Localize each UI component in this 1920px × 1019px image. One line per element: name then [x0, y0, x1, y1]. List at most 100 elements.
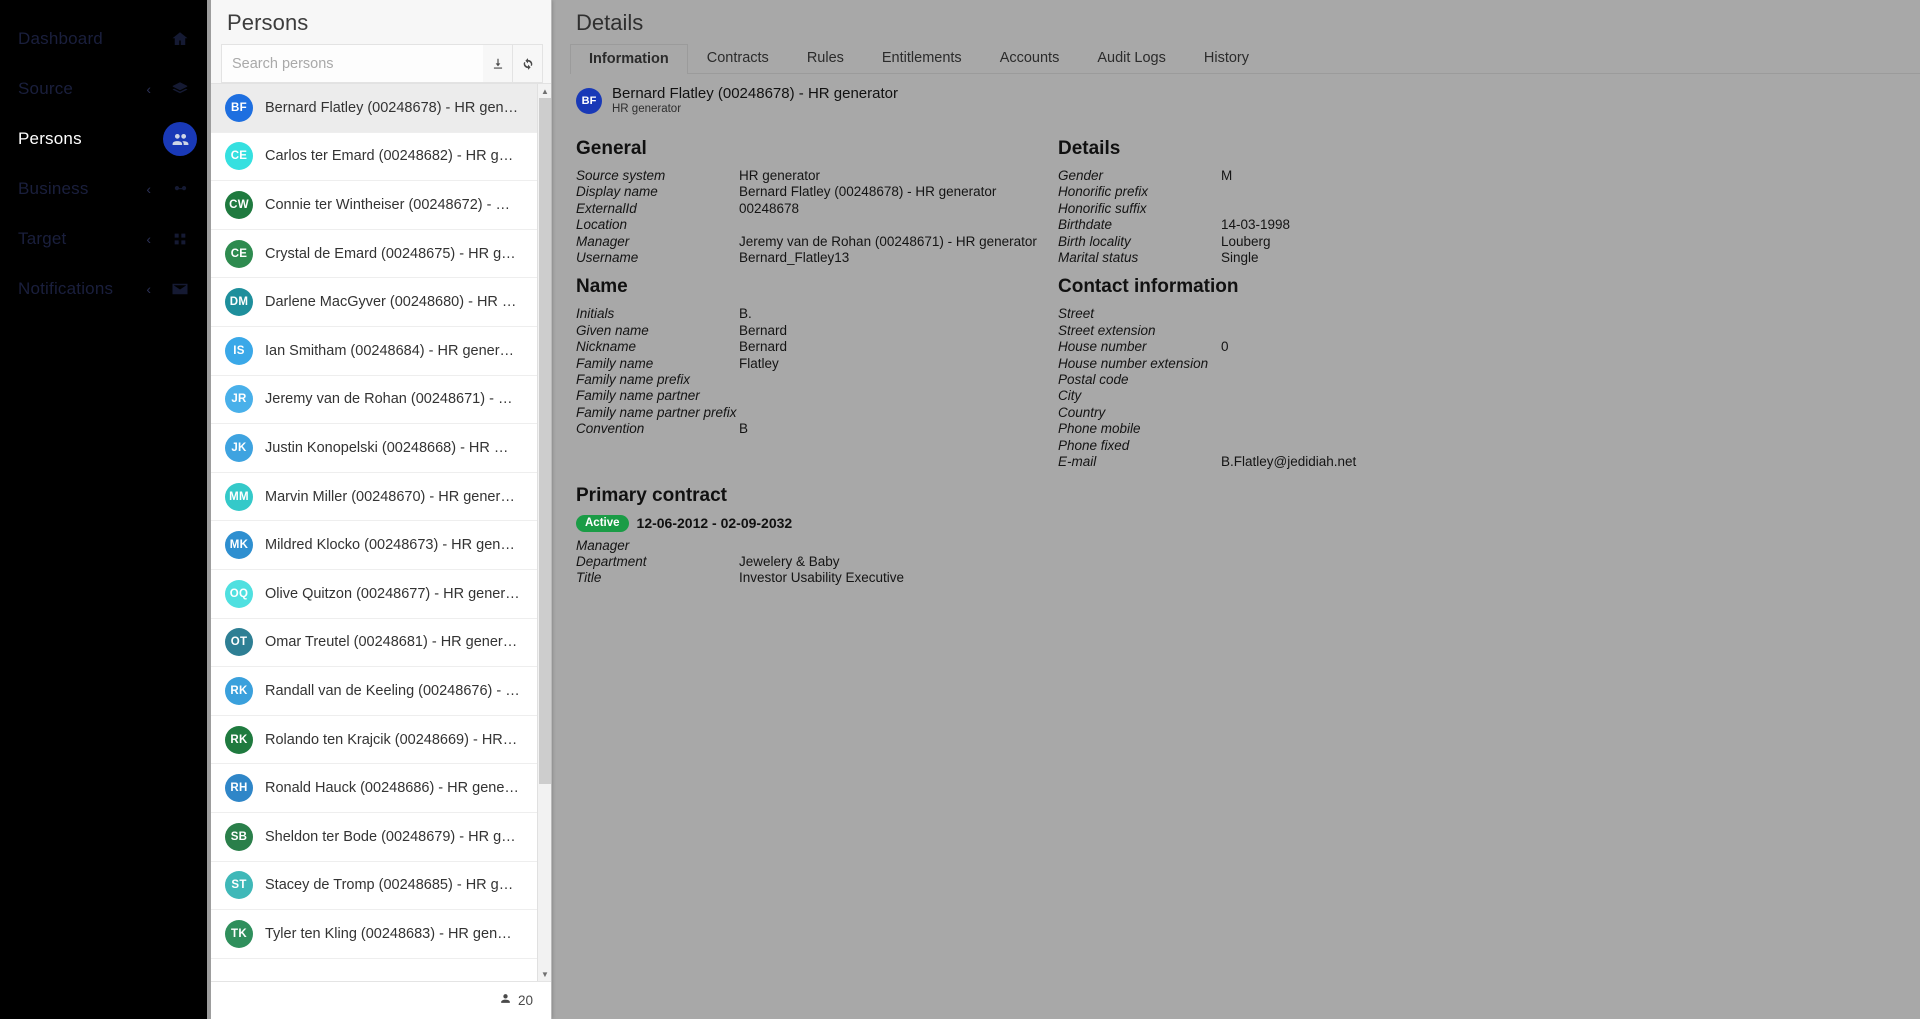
detail-value — [739, 217, 1058, 233]
list-item[interactable]: JR Jeremy van de Rohan (00248671) - … — [211, 375, 537, 425]
list-item[interactable]: CE Carlos ter Emard (00248682) - HR g… — [211, 132, 537, 182]
detail-row: Manager Jeremy van de Rohan (00248671) - … — [576, 234, 1058, 250]
detail-label: Title — [576, 570, 602, 586]
list-item[interactable]: CW Connie ter Wintheiser (00248672) - … — [211, 181, 537, 230]
avatar: DM — [225, 288, 253, 317]
persons-list: BF Bernard Flatley (00248678) - HR gen… CE… — [211, 84, 551, 981]
list-item-label: Ian Smitham (00248684) - HR gener… — [265, 342, 515, 359]
detail-value: B. — [739, 306, 752, 322]
refresh-button[interactable] — [513, 44, 543, 83]
list-item[interactable]: CE Crystal de Emard (00248675) - HR g… — [211, 229, 537, 279]
scroll-up-arrow-icon[interactable]: ▲ — [538, 84, 551, 98]
detail-row: Street extension — [1058, 323, 1578, 339]
avatar: CE — [225, 142, 253, 171]
avatar: BF — [225, 93, 253, 122]
entity-subtitle: HR generator — [612, 103, 682, 115]
list-item[interactable]: ST Stacey de Tromp (00248685) - HR g… — [211, 861, 537, 911]
detail-row: Street — [1058, 306, 1578, 322]
persons-list-scrollbar[interactable]: ▲ ▼ — [537, 84, 551, 981]
detail-row: Family name prefix — [576, 372, 1058, 388]
tab-accounts[interactable]: Accounts — [981, 43, 1079, 73]
list-item[interactable]: SB Sheldon ter Bode (00248679) - HR g… — [211, 812, 537, 862]
main-sidebar: Dashboard Source ‹ Persons Business ‹ Ta… — [0, 0, 207, 1019]
detail-row: Honorific suffix — [1058, 201, 1578, 217]
detail-label: House number extension — [1058, 355, 1209, 371]
search-input[interactable] — [221, 44, 483, 83]
detail-row: Given name Bernard — [576, 323, 1058, 339]
contract-status-row: Active 12-06-2012 - 02-09-2032 — [576, 514, 1920, 532]
sidebar-item-business[interactable]: Business ‹ — [0, 164, 207, 214]
list-item[interactable]: RH Ronald Hauck (00248686) - HR gene… — [211, 764, 537, 813]
list-item[interactable]: DM Darlene MacGyver (00248680) - HR … — [211, 278, 537, 327]
application-root: Dashboard Source ‹ Persons Business ‹ Ta… — [0, 0, 1920, 1019]
list-item[interactable]: IS Ian Smitham (00248684) - HR gener… — [211, 326, 537, 376]
avatar: CE — [225, 239, 253, 268]
detail-value: B.Flatley@jedidiah.net — [1221, 454, 1357, 470]
sidebar-item-label: Dashboard — [18, 29, 103, 48]
detail-row: Nickname Bernard — [576, 339, 1058, 355]
sidebar-item-target[interactable]: Target ‹ — [0, 214, 207, 264]
tab-information[interactable]: Information — [570, 44, 688, 74]
primary-contract-block: Primary contract Active 12-06-2012 - 02-… — [552, 485, 1920, 587]
sidebar-item-source[interactable]: Source ‹ — [0, 64, 207, 114]
detail-label: Phone mobile — [1058, 421, 1141, 437]
detail-value: 0 — [1221, 339, 1229, 355]
scroll-down-arrow-icon[interactable]: ▼ — [538, 967, 551, 981]
detail-row: Phone fixed — [1058, 438, 1578, 454]
envelope-icon — [163, 272, 197, 306]
detail-row: Postal code — [1058, 372, 1578, 388]
detail-row: Display name Bernard Flatley (00248678) -… — [576, 184, 1058, 200]
section-title-contact: Contact information — [1058, 276, 1239, 298]
detail-label: City — [1058, 388, 1082, 404]
tab-rules[interactable]: Rules — [788, 43, 863, 73]
list-item[interactable]: OQ Olive Quitzon (00248677) - HR gener… — [211, 569, 537, 619]
list-item[interactable]: BF Bernard Flatley (00248678) - HR gen… — [211, 84, 537, 133]
scrollbar-thumb[interactable] — [539, 98, 551, 784]
avatar: OT — [225, 628, 253, 657]
section-contact-rows: Street Street extension House number 0 House… — [1058, 306, 1578, 470]
sidebar-item-dashboard[interactable]: Dashboard — [0, 14, 207, 64]
detail-value — [1221, 184, 1578, 200]
tab-entitlements[interactable]: Entitlements — [863, 43, 981, 73]
detail-value: HR generator — [739, 168, 821, 183]
list-item-label: Randall van de Keeling (00248676) - … — [265, 682, 520, 699]
section-primary-contract-rows: Manager Department Jewelery & Baby Title Inv… — [576, 538, 1920, 587]
list-item-label: Sheldon ter Bode (00248679) - HR g… — [265, 828, 516, 845]
page-title: Persons — [227, 10, 309, 35]
list-item[interactable]: MM Marvin Miller (00248670) - HR gener… — [211, 472, 537, 522]
entity-name: Bernard Flatley (00248678) - HR generato… — [612, 85, 898, 102]
section-title-name: Name — [576, 276, 628, 298]
section-title-primary-contract: Primary contract — [576, 484, 728, 506]
detail-row: E-mail B.Flatley@jedidiah.net — [1058, 454, 1578, 470]
list-item[interactable]: RK Rolando ten Krajcik (00248669) - HR… — [211, 715, 537, 765]
list-item[interactable]: MK Mildred Klocko (00248673) - HR gen… — [211, 521, 537, 570]
section-general-rows: Source system HR generator Display name Ber… — [576, 168, 1058, 266]
list-item[interactable]: OT Omar Treutel (00248681) - HR gener… — [211, 618, 537, 668]
sidebar-item-label: Target — [18, 229, 67, 248]
tab-history[interactable]: History — [1185, 43, 1268, 73]
avatar: OQ — [225, 579, 253, 608]
details-title: Details — [576, 10, 644, 35]
detail-label: Marital status — [1058, 250, 1139, 266]
list-item[interactable]: JK Justin Konopelski (00248668) - HR … — [211, 424, 537, 473]
sidebar-item-persons[interactable]: Persons — [0, 114, 207, 164]
avatar: RH — [225, 774, 253, 803]
detail-row: Department Jewelery & Baby — [576, 554, 1920, 570]
list-item[interactable]: RK Randall van de Keeling (00248676) - … — [211, 667, 537, 716]
tab-audit-logs[interactable]: Audit Logs — [1078, 43, 1185, 73]
detail-row: Initials B. — [576, 306, 1058, 322]
section-details-rows: Gender M Honorific prefix Honorific suffix B… — [1058, 168, 1578, 266]
detail-value: Bernard_Flatley13 — [739, 250, 850, 266]
list-item[interactable]: TK Tyler ten Kling (00248683) - HR gen… — [211, 910, 537, 959]
detail-label: Initials — [576, 306, 615, 322]
avatar: RK — [225, 676, 253, 705]
detail-label: Family name — [576, 355, 654, 371]
detail-row: City — [1058, 388, 1578, 404]
detail-label: Username — [576, 250, 639, 266]
detail-label: Department — [576, 553, 647, 569]
download-button[interactable] — [483, 44, 513, 83]
detail-value: M — [1221, 168, 1233, 183]
sidebar-item-notifications[interactable]: Notifications ‹ — [0, 264, 207, 314]
tab-contracts[interactable]: Contracts — [688, 43, 788, 73]
avatar: JK — [225, 433, 253, 462]
